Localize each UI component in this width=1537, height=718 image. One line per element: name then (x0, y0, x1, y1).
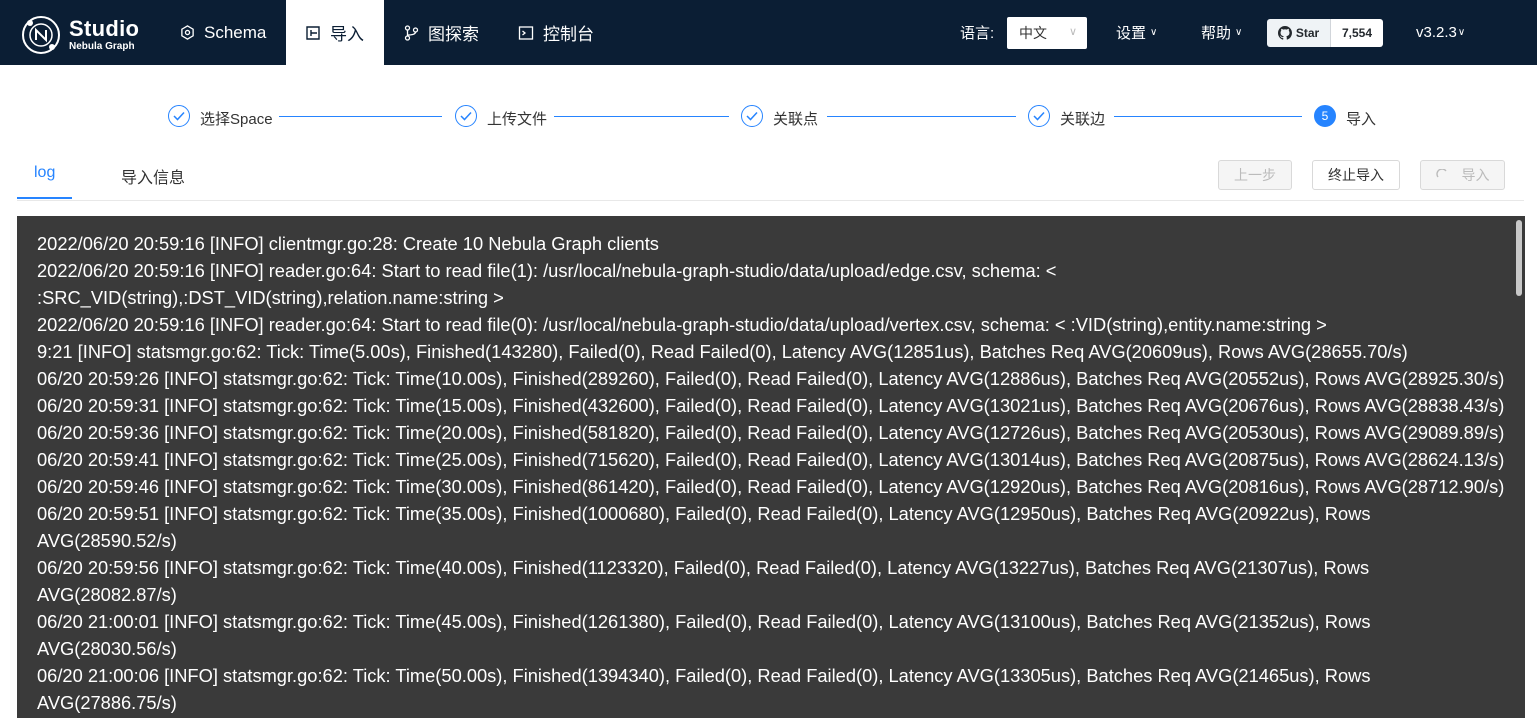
settings-menu[interactable]: 设置 ∨ (1116, 0, 1157, 65)
check-icon (741, 105, 763, 127)
import-tabs: log 导入信息 (17, 150, 1524, 201)
step-upload-files: 上传文件 (487, 111, 548, 128)
nebula-logo-icon (22, 16, 60, 54)
step-connector (554, 116, 729, 117)
import-icon (305, 25, 321, 41)
language-value: 中文 (1019, 25, 1047, 41)
github-star-count[interactable]: 7,554 (1331, 19, 1383, 47)
active-tab-indicator (17, 197, 72, 199)
step-connector (827, 116, 1016, 117)
app-subtitle: Nebula Graph (69, 41, 135, 52)
github-star-part: Star (1267, 19, 1331, 47)
import-steps: 选择Space 上传文件 关联点 关联边 5 导入 (0, 104, 1537, 132)
check-icon (455, 105, 477, 127)
import-button-label: 导入 (1461, 167, 1490, 183)
nav-schema[interactable]: Schema (180, 0, 266, 65)
tab-import-info[interactable]: 导入信息 (121, 164, 185, 188)
studio-logo[interactable]: Studio Nebula Graph (21, 15, 139, 55)
log-line: 06/20 21:00:01 [INFO] statsmgr.go:62: Ti… (37, 611, 1371, 659)
nav-schema-label: Schema (204, 22, 267, 42)
step-connector (1114, 116, 1302, 117)
check-icon (1028, 105, 1050, 127)
step-connector (279, 116, 442, 117)
nav-import-label: 导入 (330, 25, 364, 44)
log-line: 06/20 20:59:46 [INFO] statsmgr.go:62: Ti… (37, 476, 1505, 497)
github-star-button[interactable]: Star 7,554 (1267, 19, 1383, 47)
nav-explore-label: 图探索 (428, 25, 479, 44)
chevron-down-icon: ∨ (1150, 27, 1158, 38)
log-line: 2022/06/20 20:59:16 [INFO] reader.go:64:… (37, 260, 1057, 308)
import-log-panel[interactable]: 2022/06/20 20:59:16 [INFO] clientmgr.go:… (17, 216, 1525, 718)
step-map-vertices: 关联点 (773, 111, 819, 128)
help-menu[interactable]: 帮助 ∨ (1201, 0, 1242, 65)
log-line: 2022/06/20 20:59:16 [INFO] reader.go:64:… (37, 314, 1327, 335)
step-select-space: 选择Space (200, 111, 273, 128)
chevron-down-icon: ∨ (1068, 26, 1077, 38)
github-icon (1277, 26, 1292, 40)
nav-import[interactable]: 导入 (286, 0, 384, 65)
top-navbar: Studio Nebula Graph Schema 导入 图探索 控制台 语言… (0, 0, 1537, 65)
version-label: v3.2.3 (1416, 24, 1457, 41)
log-line: 2022/06/20 20:59:16 [INFO] clientmgr.go:… (37, 233, 659, 254)
stop-import-button[interactable]: 终止导入 (1312, 160, 1400, 190)
chevron-down-icon: ∨ (1235, 27, 1243, 38)
import-button[interactable]: 导入 (1420, 160, 1505, 190)
log-line: 06/20 21:00:06 [INFO] statsmgr.go:62: Ti… (37, 665, 1371, 713)
github-star-label: Star (1295, 26, 1320, 40)
console-icon (518, 25, 534, 41)
log-line: 9:21 [INFO] statsmgr.go:62: Tick: Time(5… (37, 341, 1408, 362)
nav-console[interactable]: 控制台 (518, 0, 594, 65)
previous-step-button[interactable]: 上一步 (1218, 160, 1292, 190)
step-map-edges: 关联边 (1060, 111, 1106, 128)
nav-explore[interactable]: 图探索 (404, 0, 479, 65)
explore-icon (404, 24, 419, 41)
language-label: 语言: (960, 25, 995, 42)
app-title: Studio (69, 16, 140, 41)
log-line: 06/20 20:59:36 [INFO] statsmgr.go:62: Ti… (37, 422, 1505, 443)
log-line: 06/20 20:59:51 [INFO] statsmgr.go:62: Ti… (37, 503, 1371, 551)
version-menu[interactable]: v3.2.3 ∨ (1416, 0, 1465, 65)
log-line: 06/20 20:59:26 [INFO] statsmgr.go:62: Ti… (37, 368, 1505, 389)
log-line: 06/20 20:59:31 [INFO] statsmgr.go:62: Ti… (37, 395, 1505, 416)
chevron-down-icon: ∨ (1457, 27, 1466, 38)
log-line: 06/20 20:59:41 [INFO] statsmgr.go:62: Ti… (37, 449, 1505, 470)
step-number-badge: 5 (1314, 105, 1336, 127)
nav-console-label: 控制台 (543, 25, 594, 44)
language-select[interactable]: 中文 ∨ (1007, 17, 1087, 49)
tab-log[interactable]: log (34, 164, 55, 182)
settings-label: 设置 (1116, 25, 1147, 42)
step-import: 导入 (1346, 111, 1377, 128)
log-line: 06/20 20:59:56 [INFO] statsmgr.go:62: Ti… (37, 557, 1370, 605)
help-label: 帮助 (1201, 25, 1232, 42)
log-content: 2022/06/20 20:59:16 [INFO] clientmgr.go:… (17, 216, 1525, 716)
loading-spinner-icon (1435, 169, 1447, 178)
schema-icon (180, 25, 195, 40)
check-icon (168, 105, 190, 127)
log-scrollbar[interactable] (1516, 220, 1522, 296)
